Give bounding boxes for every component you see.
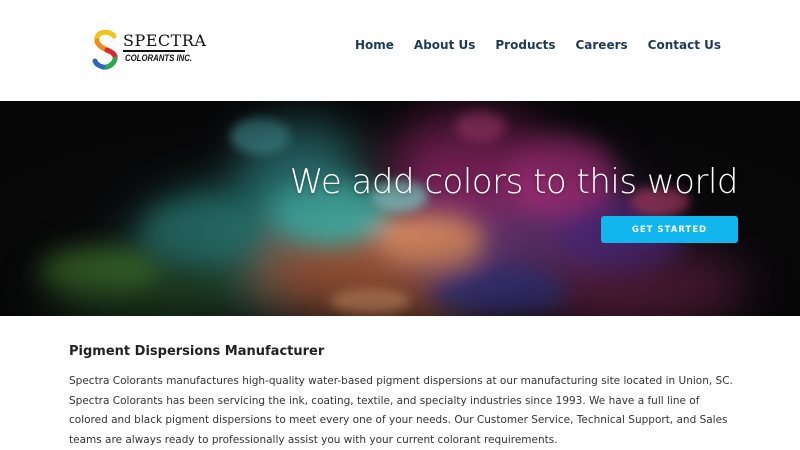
brand-name-line1: SPECTRA [123,31,207,50]
section-body-text: Spectra Colorants manufactures high-qual… [69,375,733,446]
hero-banner: We add colors to this world GET STARTED [0,101,800,316]
nav-about-us-link[interactable]: About Us [414,38,475,53]
nav-home-link[interactable]: Home [355,38,394,53]
hero-headline: We add colors to this world [289,162,739,202]
brand-logo[interactable]: SPECTRA COLORANTS INC. [92,30,206,72]
spectra-s-logo-icon [92,30,118,70]
color-powder-explosion-image [0,101,800,316]
brand-divider [123,50,185,52]
get-started-button[interactable]: GET STARTED [601,216,738,243]
nav-contact-us-link[interactable]: Contact Us [648,38,721,53]
nav-careers-link[interactable]: Careers [575,38,627,53]
section-heading: Pigment Dispersions Manufacturer [69,344,325,359]
main-navigation: Home About Us Products Careers Contact U… [355,38,721,53]
intro-section: Pigment Dispersions Manufacturer Spectra… [69,343,734,450]
site-header: SPECTRA COLORANTS INC. Home About Us Pro… [0,0,800,101]
nav-products-link[interactable]: Products [495,38,555,53]
brand-name-line2: COLORANTS INC. [125,53,193,64]
